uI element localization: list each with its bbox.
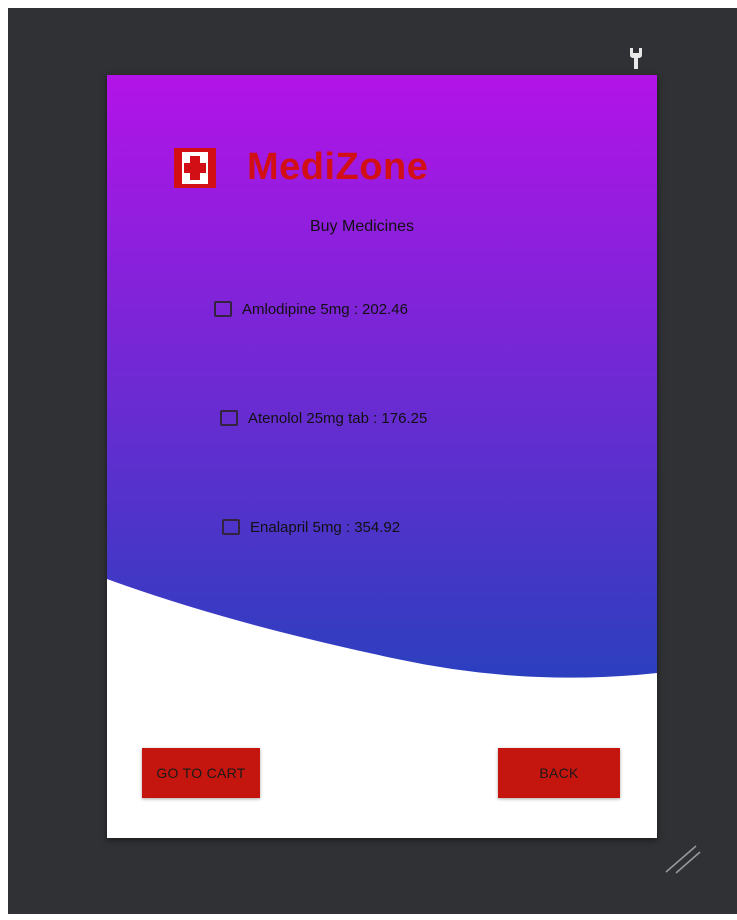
resize-grip-icon[interactable] [662,842,702,876]
medical-cross-icon [174,148,216,188]
page-subtitle: Buy Medicines [309,218,415,235]
checkbox[interactable] [222,519,240,535]
medicine-option-amlodipine[interactable]: Amlodipine 5mg : 202.46 [214,298,408,320]
medicine-label: Enalapril 5mg : 354.92 [250,518,401,536]
app-title: MediZone [247,146,429,188]
app-logo: MediZone [174,146,504,191]
medicine-option-enalapril[interactable]: Enalapril 5mg : 354.92 [222,516,400,538]
checkbox[interactable] [220,410,238,426]
go-to-cart-button[interactable]: GO TO CART [142,748,260,798]
wrench-icon[interactable] [628,47,644,71]
app-screen: MediZone Buy Medicines Amlodipine 5mg : … [107,75,657,838]
back-button[interactable]: BACK [498,748,620,798]
checkbox[interactable] [214,301,232,317]
medicine-option-atenolol[interactable]: Atenolol 25mg tab : 176.25 [220,407,427,429]
medicine-label: Atenolol 25mg tab : 176.25 [248,409,428,427]
medicine-label: Amlodipine 5mg : 202.46 [242,300,408,318]
